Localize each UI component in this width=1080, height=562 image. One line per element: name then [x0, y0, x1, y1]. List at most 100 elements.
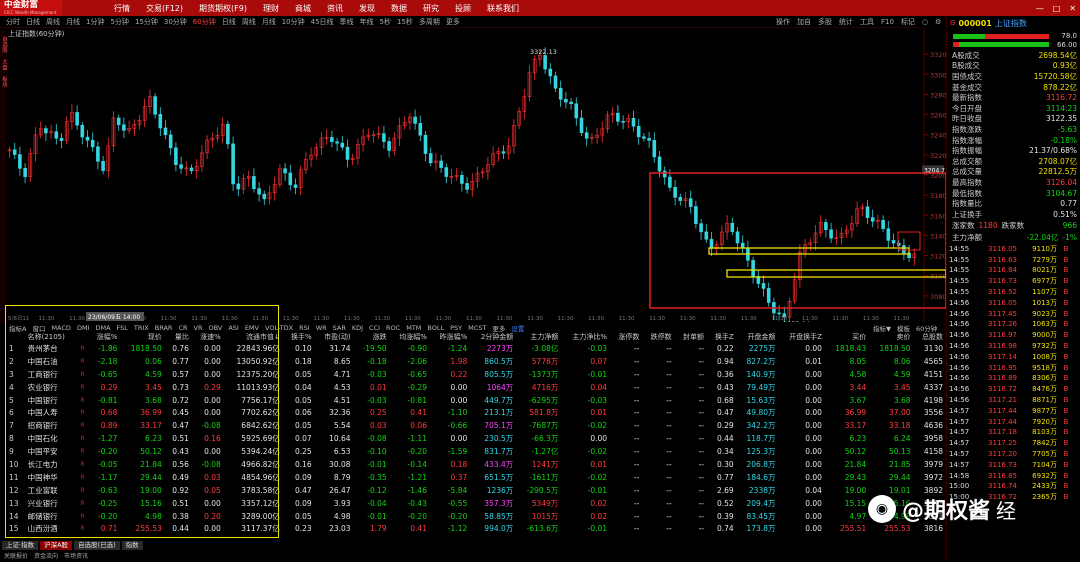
menu-item-6[interactable]: 发现 — [351, 3, 383, 14]
indicator-tab-21[interactable]: BOLL — [424, 324, 447, 332]
chart-tool-0[interactable]: 操作 — [776, 17, 790, 27]
table-header-19[interactable]: 开盘金额 — [737, 332, 779, 342]
tick-row[interactable]: 14:55 3116.52 1107万 B — [947, 287, 1080, 298]
table-header-5[interactable]: 涨速% — [192, 332, 224, 342]
period-tab-7[interactable]: 30分钟 — [161, 17, 190, 27]
table-header-7[interactable]: 换手% — [283, 332, 315, 342]
menu-item-3[interactable]: 理财 — [255, 3, 287, 14]
table-row[interactable]: 2 中国石油 R -2.18 0.06 0.77 0.00 13050.92亿 0.18 8.65… — [6, 355, 946, 368]
bottom-link-2[interactable]: 市场资讯 — [64, 551, 88, 560]
indicator-tab-9[interactable]: VR — [191, 324, 206, 332]
period-tab-10[interactable]: 周线 — [239, 17, 259, 27]
table-header-10[interactable]: 均涨幅% — [390, 332, 430, 342]
tick-row[interactable]: 14:56 3116.98 9732万 B — [947, 341, 1080, 352]
tick-row[interactable]: 14:55 3116.05 9110万 B — [947, 244, 1080, 255]
menu-item-7[interactable]: 数据 — [383, 3, 415, 14]
table-header-6[interactable]: 流通市值↓ — [224, 332, 283, 342]
tick-row[interactable]: 14:56 3116.89 8306万 B — [947, 373, 1080, 384]
indicator-tab-7[interactable]: BRAR — [152, 324, 176, 332]
tick-row[interactable]: 14:57 3117.20 7705万 B — [947, 449, 1080, 460]
table-row[interactable]: 6 中国人寿 R 0.68 36.99 0.45 0.00 7702.62亿 0.06 32.36… — [6, 406, 946, 419]
indicator-tab-8[interactable]: CR — [175, 324, 190, 332]
tick-row[interactable]: 14:55 3116.63 7279万 B — [947, 254, 1080, 265]
menu-item-5[interactable]: 资讯 — [319, 3, 351, 14]
table-header-20[interactable]: 开盘换手Z — [779, 332, 825, 342]
menu-item-8[interactable]: 研究 — [415, 3, 447, 14]
period-tab-16[interactable]: 5秒 — [377, 17, 394, 27]
tick-row[interactable]: 14:55 3116.73 6977万 B — [947, 276, 1080, 287]
menu-item-4[interactable]: 商城 — [287, 3, 319, 14]
indicator-tab-22[interactable]: PSY — [447, 324, 465, 332]
tick-list[interactable]: 14:55 3116.05 9110万 B 14:55 3116.63 7279万 B 14:5… — [947, 244, 1080, 503]
table-row[interactable]: 13 兴业银行 R -0.25 15.16 0.51 0.00 3357.12亿 0.09 3.9… — [6, 497, 946, 510]
table-row[interactable]: 5 中国银行 R -0.81 3.68 0.72 0.00 7756.17亿 0.05 4.51 -… — [6, 394, 946, 407]
period-tab-4[interactable]: 1分钟 — [83, 17, 107, 27]
tick-row[interactable]: 15:00 3116.74 2433万 B — [947, 481, 1080, 492]
period-tab-3[interactable]: 月线 — [63, 17, 83, 27]
bottom-link-1[interactable]: 资金流向 — [34, 551, 58, 560]
index-title[interactable]: 上证指数 — [995, 18, 1027, 29]
chart-tool-4[interactable]: 工具 — [860, 17, 874, 27]
chart-tool-1[interactable]: 加自 — [797, 17, 811, 27]
table-row[interactable]: 15 山西汾酒 R 0.71 255.53 0.44 0.00 3117.37亿 0.23 23.… — [6, 522, 946, 535]
table-row[interactable]: 11 中国神华 R -1.17 29.44 0.49 0.03 4854.96亿 0.09 8.7… — [6, 471, 946, 484]
table-header-22[interactable]: 卖价 — [869, 332, 913, 342]
indicator-tab-0[interactable]: 指标A — [6, 323, 29, 333]
tick-row[interactable]: 14:56 3117.21 8871万 B — [947, 395, 1080, 406]
indicator-tab-19[interactable]: ROC — [383, 324, 403, 332]
tick-row[interactable]: 14:56 3116.95 9518万 B — [947, 362, 1080, 373]
chart-tool-7[interactable]: ○ — [922, 18, 928, 26]
bottom-link-0[interactable]: 关联报价 — [4, 551, 28, 560]
tick-row[interactable]: 14:56 3116.05 1013万 B — [947, 297, 1080, 308]
table-header-9[interactable]: 涨跌 — [354, 332, 390, 342]
table-header-21[interactable]: 买价 — [825, 332, 869, 342]
period-tab-18[interactable]: 多周期 — [416, 17, 443, 27]
chart-tool-5[interactable]: F10 — [881, 18, 894, 26]
indicator-tab-11[interactable]: ASI — [225, 324, 242, 332]
bottom-tab-3[interactable]: 指数 — [121, 540, 143, 550]
tick-row[interactable]: 14:56 3117.26 1063万 B — [947, 319, 1080, 330]
indicator-tab-20[interactable]: MTM — [403, 324, 424, 332]
indicator-tab-3[interactable]: DMI — [74, 324, 93, 332]
period-tab-12[interactable]: 10分钟 — [279, 17, 308, 27]
indicator-tab-23[interactable]: MCST — [465, 324, 489, 332]
table-header-11[interactable]: 昨涨幅% — [430, 332, 470, 342]
period-tab-11[interactable]: 月线 — [259, 17, 279, 27]
bottom-tab-2[interactable]: 自选股(已选) — [74, 540, 120, 550]
period-tab-1[interactable]: 日线 — [23, 17, 43, 27]
indicator-tab-17[interactable]: KDJ — [349, 324, 366, 332]
menu-item-9[interactable]: 投顾 — [447, 3, 479, 14]
table-header-1[interactable] — [76, 332, 88, 342]
table-row[interactable]: 9 中国平安 R -0.20 50.12 0.43 0.00 5394.24亿 0.25 6.53… — [6, 445, 946, 458]
tick-row[interactable]: 14:58 3116.85 6932万 B — [947, 470, 1080, 481]
table-header-14[interactable]: 主力净比% — [561, 332, 610, 342]
period-tab-19[interactable]: 更多 — [443, 17, 463, 27]
period-tab-17[interactable]: 15秒 — [394, 17, 416, 27]
indicator-tab-14[interactable]: RSI — [296, 324, 313, 332]
table-row[interactable]: 3 工商银行 R -0.65 4.59 0.57 0.00 12375.20亿 0.05 4.71… — [6, 368, 946, 381]
chart-tool-2[interactable]: 多股 — [818, 17, 832, 27]
indicator-tab-15[interactable]: WR — [313, 324, 330, 332]
table-header-23[interactable]: 总股数 — [914, 332, 946, 342]
tick-row[interactable]: 14:57 3117.44 7920万 B — [947, 416, 1080, 427]
tick-row[interactable]: 14:55 3116.84 8021万 B — [947, 265, 1080, 276]
period-tab-5[interactable]: 5分钟 — [107, 17, 131, 27]
chart-tool-8[interactable]: ⚙ — [935, 18, 941, 26]
tick-row[interactable]: 14:56 3117.14 1008万 B — [947, 351, 1080, 362]
indicator-tab-6[interactable]: TRIX — [131, 324, 152, 332]
indicator-control-0[interactable]: 指标▼ — [873, 323, 891, 333]
window-button-1[interactable]: □ — [1053, 4, 1061, 13]
table-row[interactable]: 1 贵州茅台 R -1.86 1818.50 0.76 0.00 22843.96亿 0.10 3… — [6, 342, 946, 355]
period-tab-8[interactable]: 60分钟 — [190, 17, 219, 27]
window-button-2[interactable]: ✕ — [1069, 4, 1076, 13]
table-header-8[interactable]: 市盈(动) — [315, 332, 354, 342]
table-row[interactable]: 12 工业富联 R -0.63 19.00 0.92 0.05 3783.58亿 0.47 26.… — [6, 484, 946, 497]
chart-tool-3[interactable]: 统计 — [839, 17, 853, 27]
tick-row[interactable]: 14:57 3117.18 8103万 B — [947, 427, 1080, 438]
tick-row[interactable]: 14:56 3116.72 8476万 B — [947, 384, 1080, 395]
indicator-tab-24[interactable]: 更多 — [489, 323, 508, 333]
indicator-tab-25[interactable]: 设置 — [508, 323, 527, 333]
table-header-2[interactable]: 涨幅% — [89, 332, 121, 342]
period-tab-6[interactable]: 15分钟 — [132, 17, 161, 27]
tick-row[interactable]: 14:57 3116.73 7104万 B — [947, 459, 1080, 470]
